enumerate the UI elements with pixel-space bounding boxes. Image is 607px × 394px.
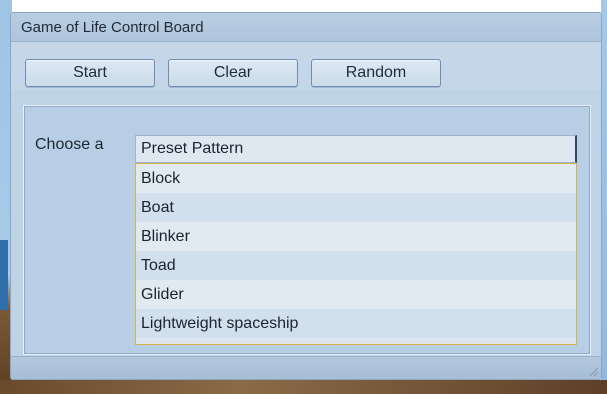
preset-option-block[interactable]: Block bbox=[136, 164, 576, 193]
background-blue-strip bbox=[0, 240, 8, 310]
preset-select[interactable]: Preset Pattern bbox=[135, 135, 577, 163]
preset-option-toad[interactable]: Toad bbox=[136, 251, 576, 280]
preset-option-lightweight-spaceship[interactable]: Lightweight spaceship bbox=[136, 309, 576, 338]
resize-grip-icon[interactable] bbox=[587, 365, 599, 377]
clear-button[interactable]: Clear bbox=[168, 59, 298, 87]
start-button[interactable]: Start bbox=[25, 59, 155, 87]
window-title: Game of Life Control Board bbox=[21, 18, 204, 36]
background-bottom bbox=[0, 380, 607, 394]
toolbar: Start Clear Random bbox=[11, 42, 601, 90]
preset-label: Choose a bbox=[35, 136, 104, 153]
status-bar bbox=[11, 356, 601, 379]
preset-dropdown-list: Block Boat Blinker Toad Glider Lightweig… bbox=[135, 163, 577, 345]
preset-option-glider[interactable]: Glider bbox=[136, 280, 576, 309]
control-board-window: Game of Life Control Board Start Clear R… bbox=[10, 12, 602, 380]
preset-option-boat[interactable]: Boat bbox=[136, 193, 576, 222]
preset-panel: Choose a Preset Pattern Block Boat Blink… bbox=[23, 105, 591, 355]
preset-option-blinker[interactable]: Blinker bbox=[136, 222, 576, 251]
window-titlebar[interactable]: Game of Life Control Board bbox=[11, 13, 601, 42]
random-button[interactable]: Random bbox=[311, 59, 441, 87]
